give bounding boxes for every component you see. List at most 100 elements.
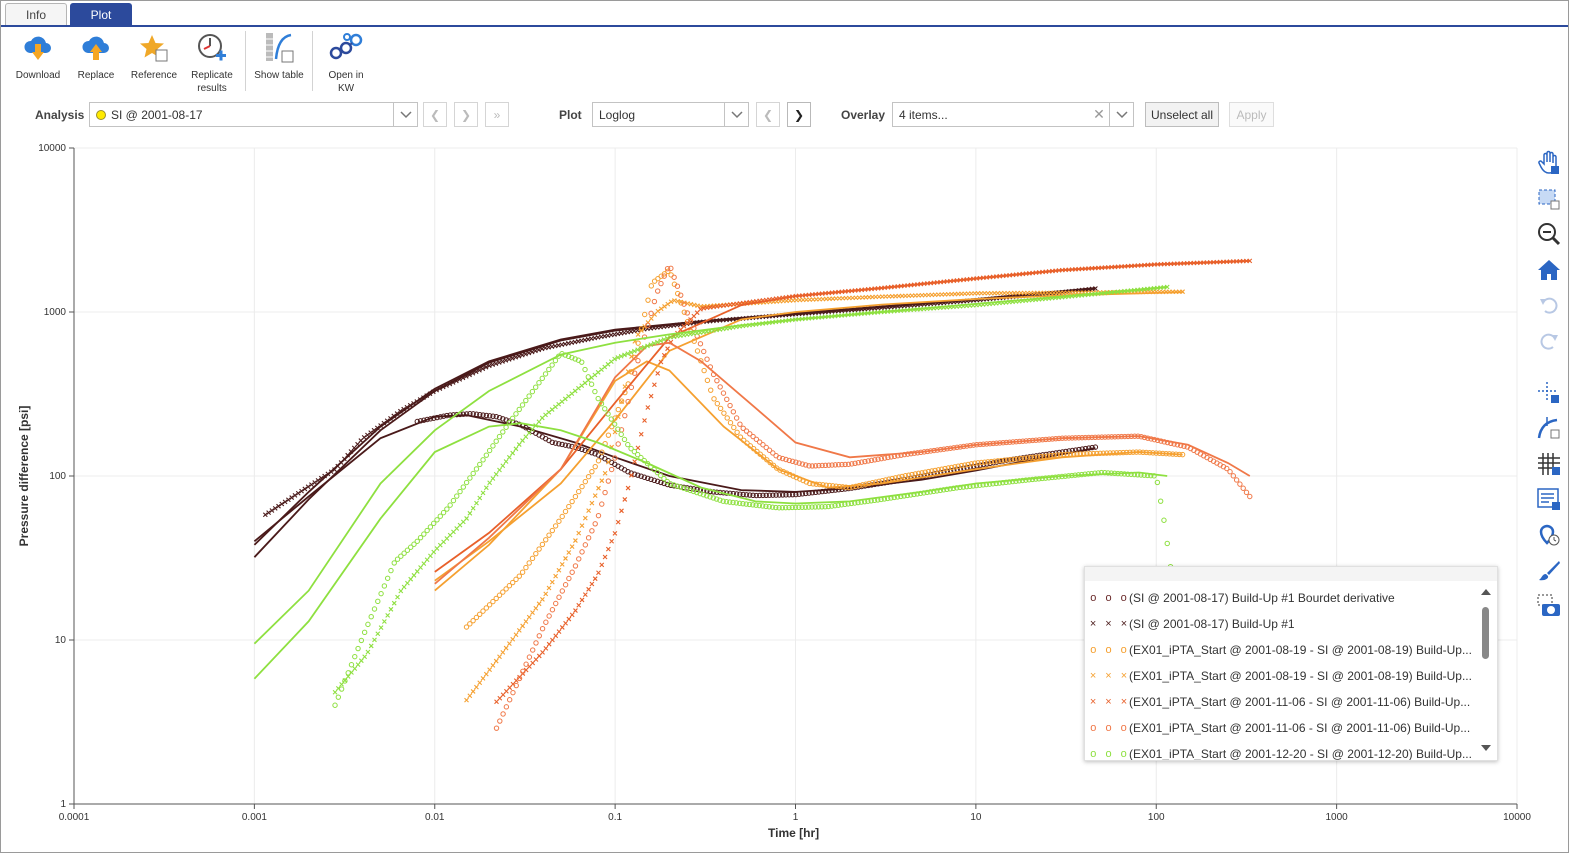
derivative-marker	[523, 564, 529, 571]
pressure-marker	[355, 662, 361, 668]
pressure-marker	[688, 301, 694, 307]
derivative-marker	[704, 377, 711, 384]
derivative-marker	[542, 371, 549, 377]
pressure-marker	[500, 359, 505, 364]
derivative-marker	[1233, 477, 1240, 483]
legend-scroll-thumb[interactable]	[1482, 607, 1489, 659]
derivative-marker	[582, 366, 588, 373]
pressure-marker	[566, 550, 572, 555]
hand-icon	[1538, 150, 1559, 174]
legend-header	[1085, 567, 1497, 581]
legend-item[interactable]: o o o (EX01_iPTA_Start @ 2001-11-06 - SI …	[1085, 715, 1477, 741]
derivative-marker	[608, 466, 615, 473]
reset-view-button[interactable]	[1535, 256, 1563, 284]
derivative-marker	[721, 410, 727, 416]
derivative-marker	[579, 549, 585, 555]
derivative-marker	[579, 483, 585, 490]
derivative-marker	[559, 513, 565, 520]
pressure-marker	[589, 500, 595, 506]
box-select-button[interactable]	[1535, 185, 1563, 213]
pressure-marker	[507, 641, 512, 647]
derivative-marker	[447, 502, 453, 508]
pressure-marker	[645, 405, 651, 410]
derivative-marker	[384, 575, 391, 581]
pressure-marker	[365, 649, 371, 655]
pressure-marker	[506, 356, 512, 362]
derivative-marker	[595, 458, 602, 464]
pressure-marker	[266, 510, 272, 516]
pressure-marker	[408, 576, 414, 582]
screenshot-button[interactable]	[1535, 592, 1563, 620]
derivative-marker	[352, 653, 358, 660]
undo-button[interactable]	[1535, 291, 1563, 319]
pressure-marker	[506, 454, 512, 460]
derivative-marker	[605, 432, 612, 438]
derivative-marker	[737, 421, 743, 427]
derivative-marker	[371, 606, 378, 612]
derivative-marker	[457, 488, 463, 495]
style-tool-button[interactable]	[1535, 557, 1563, 585]
pressure-marker	[292, 493, 298, 498]
pressure-marker	[586, 586, 592, 592]
pressure-marker	[339, 681, 344, 687]
derivative-marker	[516, 573, 523, 579]
legend-symbol: o o o	[1090, 592, 1130, 604]
derivative-marker	[651, 298, 658, 305]
legend-item[interactable]: × × × (EX01_iPTA_Start @ 2001-08-19 - SI …	[1085, 663, 1477, 689]
pressure-marker	[605, 546, 611, 552]
derivative-marker	[361, 629, 368, 636]
pressure-marker	[414, 569, 420, 574]
pressure-marker	[559, 625, 565, 630]
pressure-marker	[530, 660, 536, 666]
derivative-marker	[529, 388, 536, 395]
derivative-marker	[490, 443, 496, 449]
pressure-marker	[503, 358, 509, 363]
derivative-marker	[585, 374, 592, 380]
legend-item[interactable]: o o o (EX01_iPTA_Start @ 2001-12-20 - SI …	[1085, 741, 1477, 760]
pressure-marker	[391, 600, 397, 606]
derivative-marker	[378, 590, 384, 597]
pressure-marker	[549, 579, 555, 585]
derivative-marker	[566, 575, 572, 582]
hover-info-button[interactable]	[1535, 521, 1563, 549]
derivative-marker	[585, 535, 592, 541]
pressure-marker	[358, 658, 364, 664]
pressure-marker	[500, 650, 506, 655]
legend-scrollbar[interactable]	[1479, 587, 1493, 755]
curve-tool-button[interactable]	[1535, 414, 1563, 442]
pressure-marker	[569, 544, 575, 550]
scroll-up-icon	[1481, 589, 1491, 595]
derivative-marker	[635, 357, 641, 364]
crosshair-tool-button[interactable]	[1535, 379, 1563, 407]
grid-toggle-button[interactable]	[1535, 450, 1563, 478]
legend-item[interactable]: o o o (SI @ 2001-08-17) Build-Up #1 Bourd…	[1085, 585, 1477, 611]
derivative-marker	[711, 396, 717, 402]
pressure-marker	[470, 689, 476, 694]
derivative-marker	[388, 567, 394, 574]
zoom-out-button[interactable]	[1535, 220, 1563, 248]
pressure-marker	[553, 633, 559, 639]
pressure-marker	[576, 602, 582, 608]
zoom-out-icon	[1538, 223, 1561, 246]
pressure-marker	[609, 538, 615, 544]
derivative-marker	[645, 297, 651, 303]
derivative-marker	[562, 508, 569, 515]
model-curve	[253, 286, 1168, 645]
derivative-marker	[599, 501, 605, 507]
derivative-marker	[368, 613, 374, 620]
derivative-marker	[486, 447, 493, 454]
pressure-marker	[510, 636, 516, 642]
legend-item[interactable]: × × × (EX01_iPTA_Start @ 2001-11-06 - SI …	[1085, 689, 1477, 715]
derivative-marker	[582, 478, 589, 485]
y-tick-label: 1000	[44, 307, 67, 318]
legend-item[interactable]: o o o (EX01_iPTA_Start @ 2001-08-19 - SI …	[1085, 637, 1477, 663]
legend-toggle-button[interactable]	[1535, 485, 1563, 513]
pressure-marker	[540, 650, 545, 655]
redo-button[interactable]	[1535, 327, 1563, 355]
legend-item[interactable]: × × × (SI @ 2001-08-17) Build-Up #1	[1085, 611, 1477, 637]
derivative-marker	[595, 395, 601, 402]
derivative-marker	[727, 402, 733, 409]
series-derivative_model	[434, 341, 1251, 585]
derivative-marker	[585, 473, 592, 480]
pan-tool-button[interactable]	[1535, 149, 1563, 177]
